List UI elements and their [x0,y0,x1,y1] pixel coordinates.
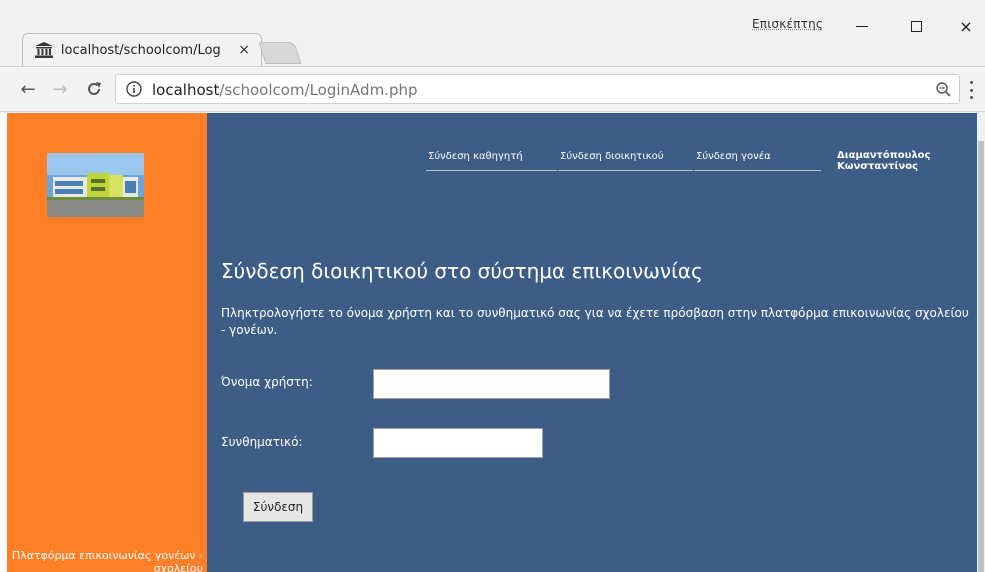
forward-arrow-icon[interactable]: → [48,77,72,101]
browser-toolbar: ← → localhost/schoolcom/LoginAdm.php [0,66,985,112]
password-label: Συνθηματικό: [221,435,303,449]
url-text[interactable]: localhost/schoolcom/LoginAdm.php [152,81,418,99]
address-bar[interactable]: localhost/schoolcom/LoginAdm.php [115,74,960,104]
top-navigation: Σύνδεση καθηγητή Σύνδεση διοικητικού Σύν… [426,151,822,171]
window-close-icon[interactable]: × [946,14,985,38]
platform-footer-text: Πλατφόρμα επικοινωνίας γονέων - σχολείου [11,549,203,572]
browser-user-label[interactable]: Επισκέπτης [752,17,823,31]
page-left-edge [0,113,7,572]
reload-icon[interactable] [82,77,106,101]
username-label: Όνομα χρήστη: [221,375,313,389]
intro-text: Πληκτρολογήστε το όνομα χρήστη και το συ… [221,306,969,337]
nav-link-admin-login[interactable]: Σύνδεση διοικητικού [558,151,693,171]
nav-link-teacher-login[interactable]: Σύνδεση καθηγητή [426,151,557,171]
school-building-photo [47,153,144,217]
minimize-icon[interactable] [842,14,882,38]
url-path: /schoolcom/LoginAdm.php [219,81,418,99]
maximize-icon[interactable] [896,14,936,38]
info-icon[interactable] [126,81,142,97]
sidebar: Πλατφόρμα επικοινωνίας γονέων - σχολείου [7,113,207,572]
password-input[interactable] [373,428,543,458]
scrollbar[interactable] [977,113,985,572]
bank-building-icon [35,42,53,58]
page-title: Σύνδεση διοικητικού στο σύστημα επικοινω… [221,259,703,283]
username-input[interactable] [373,369,610,399]
new-tab-button[interactable] [258,42,302,64]
zoom-icon[interactable] [935,81,951,97]
main-content: Σύνδεση καθηγητή Σύνδεση διοικητικού Σύν… [207,113,977,572]
url-host: localhost [152,81,220,99]
back-arrow-icon[interactable]: ← [16,77,40,101]
scrollbar-thumb[interactable] [978,141,984,572]
browser-menu-icon[interactable] [968,81,974,99]
title-bar: localhost/schoolcom/Log × Επισκέπτης × [0,0,985,66]
login-button[interactable]: Σύνδεση [243,492,313,522]
tab-close-icon[interactable]: × [238,42,250,58]
page-viewport: Πλατφόρμα επικοινωνίας γονέων - σχολείου… [0,113,985,572]
browser-tab[interactable]: localhost/schoolcom/Log × [22,33,262,66]
tab-title: localhost/schoolcom/Log [60,42,221,58]
logged-user-name: Διαμαντόπουλος Κωνσταντίνος [837,150,931,172]
nav-link-parent-login[interactable]: Σύνδεση γονέα [694,151,821,171]
